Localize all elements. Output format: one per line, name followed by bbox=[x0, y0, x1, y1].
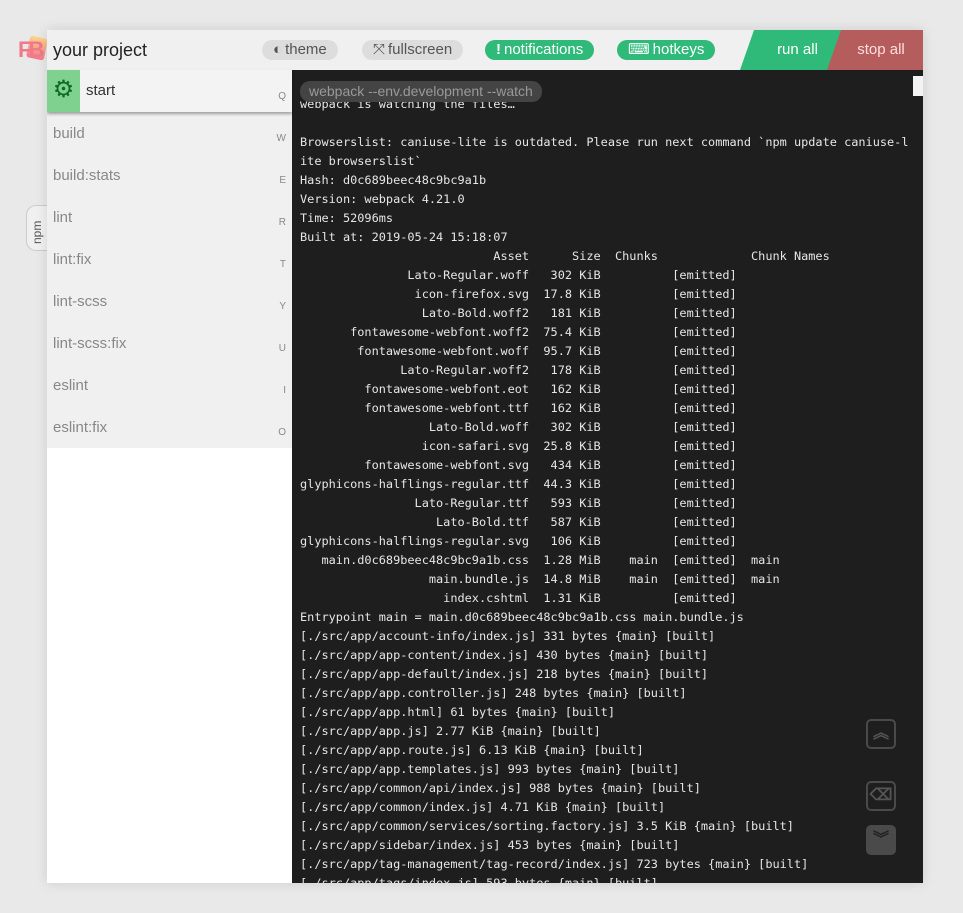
npm-tab-label: npm bbox=[30, 220, 44, 244]
contrast-icon: ◐ bbox=[273, 41, 283, 58]
header: your project ◐ theme ⤧ fullscreen ! notific… bbox=[47, 30, 923, 70]
hotkey-label: R bbox=[278, 217, 286, 228]
script-name: build bbox=[53, 125, 85, 142]
double-chevron-down-icon: ︾ bbox=[872, 831, 889, 848]
terminal-line: Lato-Bold.woff 302 KiB [emitted] bbox=[300, 420, 737, 434]
scroll-bottom-button[interactable]: ︾ bbox=[866, 825, 896, 855]
eraser-icon: ⌫ bbox=[869, 787, 893, 804]
scroll-top-button[interactable]: ︽ bbox=[866, 719, 896, 749]
sidebar-item-lint-fix[interactable]: lint:fix T bbox=[47, 238, 292, 280]
terminal-line: [./src/app/app.controller.js] 248 bytes … bbox=[300, 686, 687, 700]
terminal-line: Lato-Bold.woff2 181 KiB [emitted] bbox=[300, 306, 737, 320]
terminal-line: [./src/app/app.templates.js] 993 bytes {… bbox=[300, 762, 680, 776]
hotkey-label: E bbox=[279, 175, 286, 186]
script-name: eslint bbox=[53, 377, 89, 394]
terminal-line: [./src/app/common/services/sorting.facto… bbox=[300, 819, 794, 833]
script-name: lint-scss:fix bbox=[53, 335, 127, 352]
script-name: start bbox=[86, 82, 116, 99]
hotkey-label: U bbox=[278, 343, 286, 354]
theme-button[interactable]: ◐ theme bbox=[262, 40, 338, 60]
script-name: build:stats bbox=[53, 167, 121, 184]
terminal-line: glyphicons-halflings-regular.svg 106 KiB… bbox=[300, 534, 737, 548]
script-name: lint bbox=[53, 209, 73, 226]
terminal-line: main.bundle.js 14.8 MiB main [emitted] m… bbox=[300, 572, 780, 586]
terminal-line: [./src/app/tags/index.js] 593 bytes {mai… bbox=[300, 876, 658, 883]
gear-icon[interactable]: ⚙ bbox=[47, 70, 80, 112]
run-all-button[interactable]: run all bbox=[740, 30, 843, 70]
expand-icon: ⤧ bbox=[373, 41, 386, 58]
hotkeys-button[interactable]: ⌨ hotkeys bbox=[617, 40, 716, 60]
terminal-line: Time: 52096ms bbox=[300, 211, 394, 225]
hotkey-label: T bbox=[279, 259, 286, 270]
terminal-line: [./src/app/common/api/index.js] 988 byte… bbox=[300, 781, 701, 795]
hotkey-label: I bbox=[283, 385, 286, 396]
stop-all-button[interactable]: stop all bbox=[827, 30, 923, 70]
script-name: lint:fix bbox=[53, 251, 92, 268]
keyboard-icon: ⌨ bbox=[628, 41, 650, 58]
sidebar-item-eslint-fix[interactable]: eslint:fix O bbox=[47, 406, 292, 448]
terminal-line: main.d0c689beec48c9bc9a1b.css 1.28 MiB m… bbox=[300, 553, 780, 567]
scrollbar-thumb[interactable] bbox=[913, 76, 923, 96]
terminal-line: [./src/app/account-info/index.js] 331 by… bbox=[300, 629, 716, 643]
terminal-line: glyphicons-halflings-regular.ttf 44.3 Ki… bbox=[300, 477, 737, 491]
terminal-line: index.cshtml 1.31 KiB [emitted] bbox=[300, 591, 737, 605]
exclamation-icon: ! bbox=[496, 41, 501, 58]
script-list: ⚙ start Qbuild Wbuild:stats Elint Rlint:fix Tl… bbox=[47, 70, 292, 883]
terminal-line: fontawesome-webfont.eot 162 KiB [emitted… bbox=[300, 382, 737, 396]
app-logo: FB bbox=[18, 35, 48, 65]
terminal-line: Lato-Regular.ttf 593 KiB [emitted] bbox=[300, 496, 737, 510]
terminal-line: Lato-Regular.woff2 178 KiB [emitted] bbox=[300, 363, 737, 377]
terminal-line: fontawesome-webfont.svg 434 KiB [emitted… bbox=[300, 458, 737, 472]
terminal-line: Built at: 2019-05-24 15:18:07 bbox=[300, 230, 508, 244]
script-name: lint-scss bbox=[53, 293, 108, 310]
terminal-line: fontawesome-webfont.woff 95.7 KiB [emitt… bbox=[300, 344, 737, 358]
npm-tab[interactable]: npm bbox=[26, 205, 47, 251]
clear-button[interactable]: ⌫ bbox=[866, 781, 896, 811]
app-window: your project ◐ theme ⤧ fullscreen ! notific… bbox=[47, 30, 923, 883]
command-badge: webpack --env.development --watch bbox=[300, 81, 542, 102]
script-name: eslint:fix bbox=[53, 419, 108, 436]
sidebar-item-lint[interactable]: lint R bbox=[47, 196, 292, 238]
hotkey-label: W bbox=[276, 133, 286, 144]
hotkey-label: Q bbox=[278, 91, 286, 102]
terminal-line: Entrypoint main = main.d0c689beec48c9bc9… bbox=[300, 610, 744, 624]
terminal-line: Lato-Regular.woff 302 KiB [emitted] bbox=[300, 268, 737, 282]
terminal-line: [./src/app/common/index.js] 4.71 KiB {ma… bbox=[300, 800, 666, 814]
sidebar-item-eslint[interactable]: eslint I bbox=[47, 364, 292, 406]
terminal-line: fontawesome-webfont.ttf 162 KiB [emitted… bbox=[300, 401, 737, 415]
terminal-output: webpack is watching the files… Browsersl… bbox=[300, 95, 909, 883]
sidebar-item-lint-scss[interactable]: lint-scss Y bbox=[47, 280, 292, 322]
terminal-line: [./src/app/app.html] 61 bytes {main} [bu… bbox=[300, 705, 615, 719]
terminal-line: Browserslist: caniuse-lite is outdated. … bbox=[300, 135, 909, 149]
terminal-line: [./src/app/sidebar/index.js] 453 bytes {… bbox=[300, 838, 680, 852]
sidebar-item-lint-scss-fix[interactable]: lint-scss:fix U bbox=[47, 322, 292, 364]
terminal-line: [./src/app/app.route.js] 6.13 KiB {main}… bbox=[300, 743, 644, 757]
terminal-line: [./src/app/tag-management/tag-record/ind… bbox=[300, 857, 809, 871]
terminal-line: [./src/app/app-default/index.js] 218 byt… bbox=[300, 667, 709, 681]
terminal-line: Version: webpack 4.21.0 bbox=[300, 192, 465, 206]
terminal-line: fontawesome-webfont.woff2 75.4 KiB [emit… bbox=[300, 325, 737, 339]
terminal-line: Asset Size Chunks Chunk Names bbox=[300, 249, 830, 263]
double-chevron-up-icon: ︽ bbox=[872, 725, 889, 742]
sidebar-item-build[interactable]: build W bbox=[47, 112, 292, 154]
notifications-button[interactable]: ! notifications bbox=[485, 40, 595, 60]
terminal-line: [./src/app/app.js] 2.77 KiB {main} [buil… bbox=[300, 724, 601, 738]
terminal-panel: webpack --env.development --watch webpac… bbox=[292, 70, 923, 883]
hotkey-label: O bbox=[278, 427, 286, 438]
terminal-line: ite browserslist` bbox=[300, 154, 422, 168]
project-title: your project bbox=[53, 40, 148, 60]
hotkey-label: Y bbox=[279, 301, 286, 312]
sidebar-item-build-stats[interactable]: build:stats E bbox=[47, 154, 292, 196]
fullscreen-button[interactable]: ⤧ fullscreen bbox=[362, 40, 464, 60]
terminal-line: icon-firefox.svg 17.8 KiB [emitted] bbox=[300, 287, 737, 301]
terminal-line: Lato-Bold.ttf 587 KiB [emitted] bbox=[300, 515, 737, 529]
terminal-line: [./src/app/app-content/index.js] 430 byt… bbox=[300, 648, 709, 662]
terminal-line: Hash: d0c689beec48c9bc9a1b bbox=[300, 173, 487, 187]
terminal-line: icon-safari.svg 25.8 KiB [emitted] bbox=[300, 439, 737, 453]
sidebar-item-start[interactable]: ⚙ start Q bbox=[47, 70, 292, 112]
